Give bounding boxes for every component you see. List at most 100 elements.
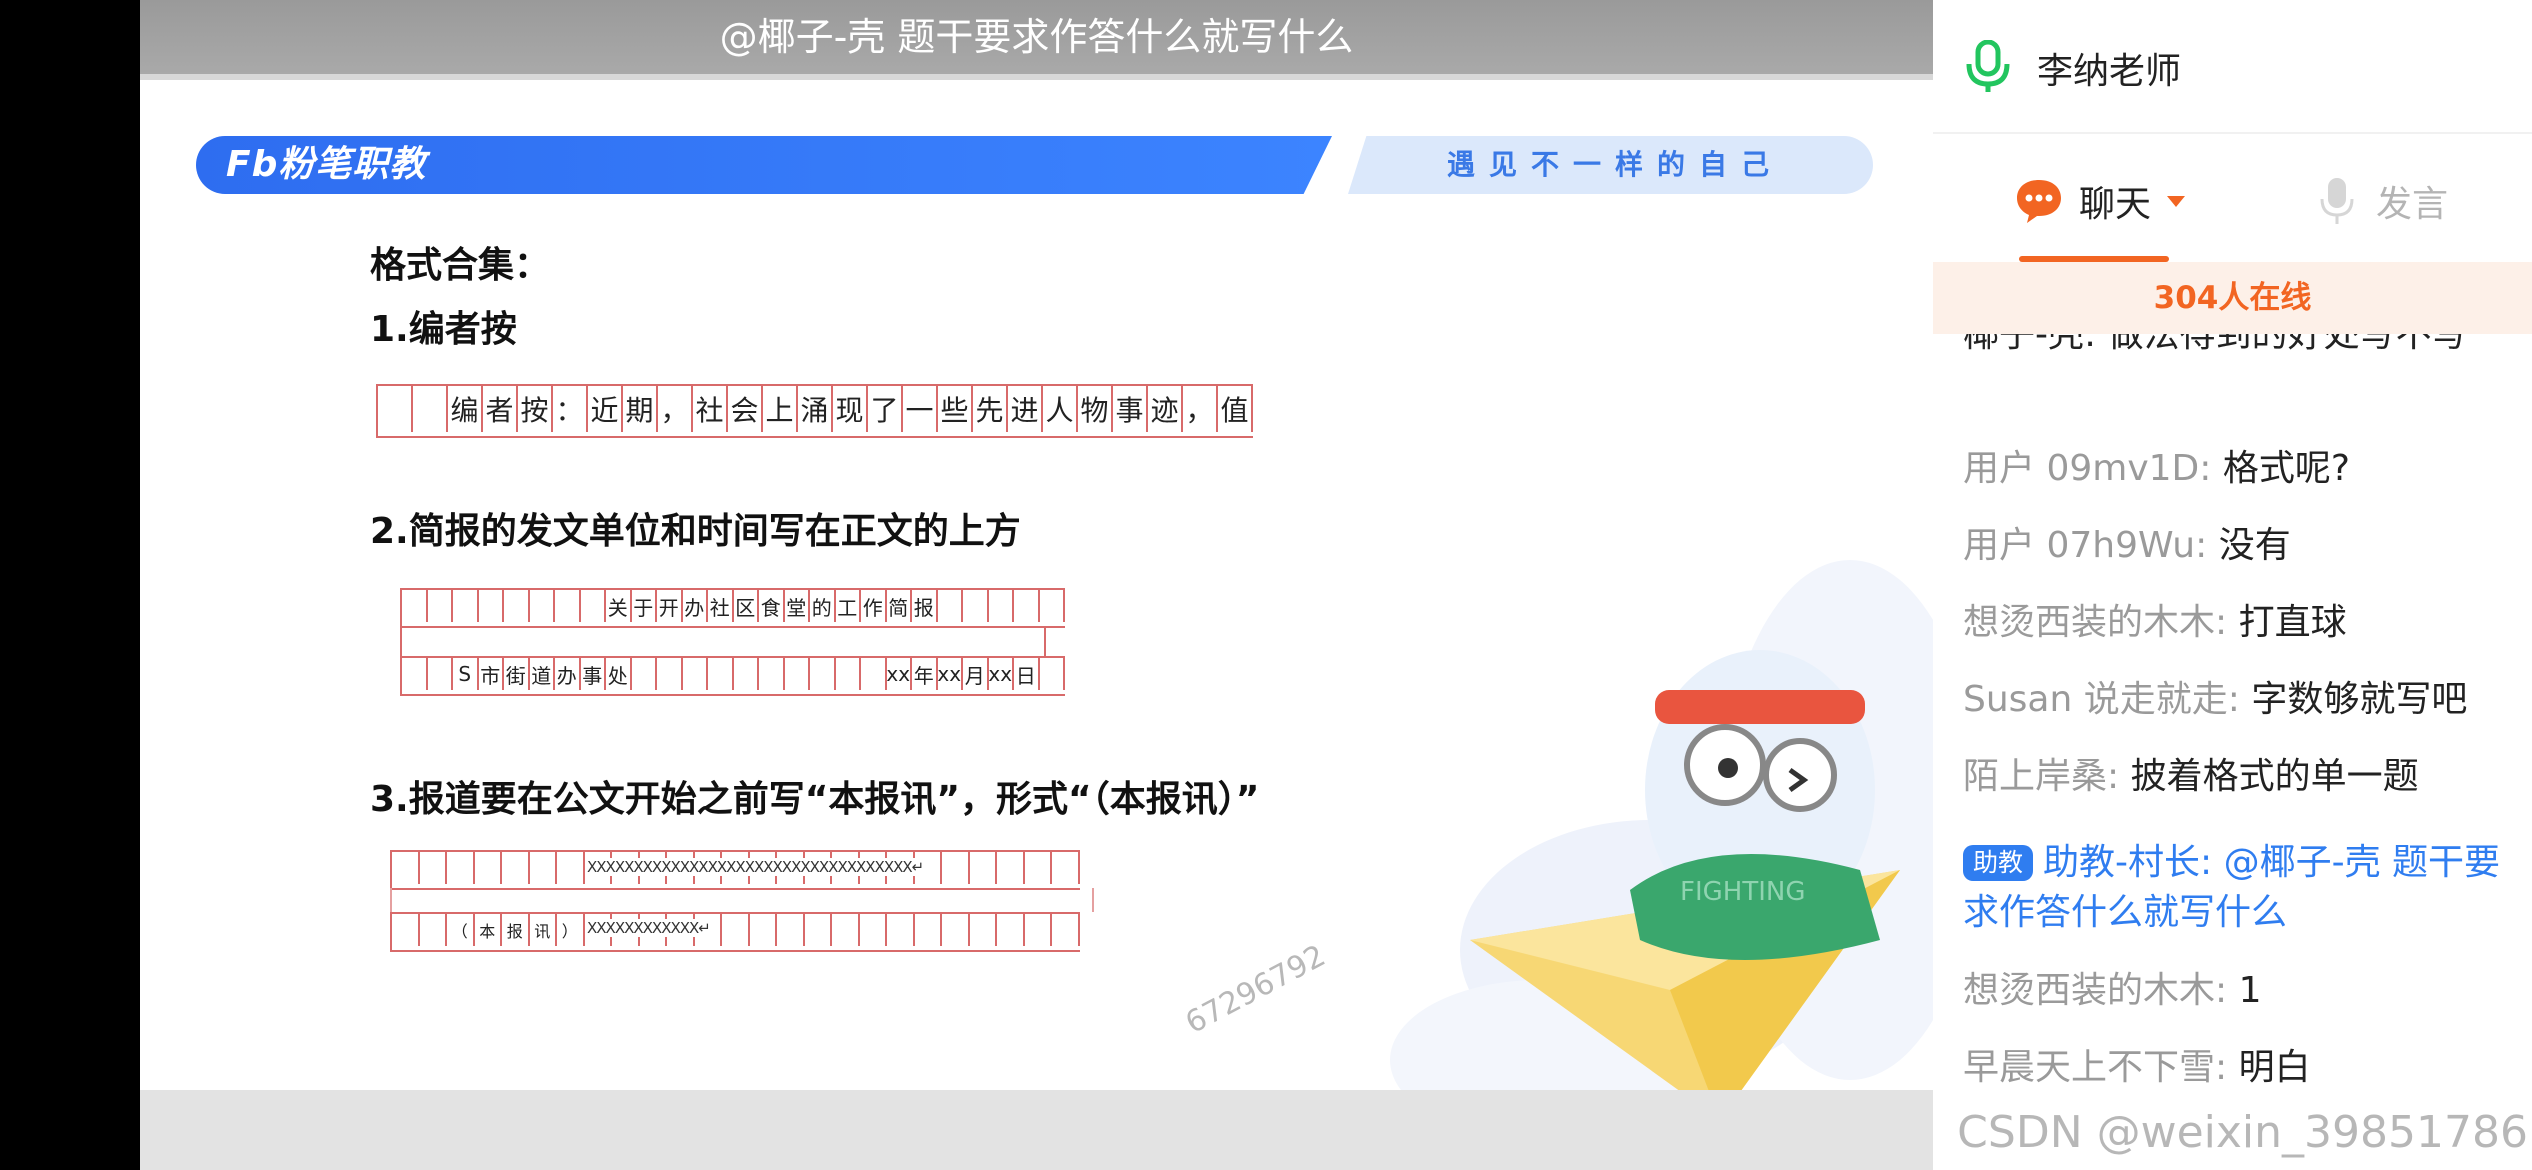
grid-spacer [390, 888, 1094, 912]
grid-cell [997, 914, 1025, 946]
grid-cell [1025, 852, 1052, 884]
tab-chat-label: 聊天 [2079, 184, 2152, 225]
grid-cell: ） [557, 914, 585, 946]
grid-cell [413, 386, 448, 432]
grid-cell: 事 [581, 658, 606, 690]
chat-message: 想烫西装的木木: 1 [1963, 966, 2511, 1016]
grid-cell [420, 852, 447, 884]
microphone-icon[interactable] [1965, 40, 2011, 94]
grid-cell: 值 [1218, 386, 1253, 432]
watermark-number: 67296792 [1180, 938, 1332, 1041]
grid-cell [805, 914, 832, 946]
sender-name: 用户 09mv1D: [1963, 448, 2212, 489]
grid-cell: 区 [734, 590, 759, 622]
grid-cell [683, 658, 708, 690]
panel-tabs: 聊天 发言 [1933, 134, 2532, 262]
grid-cell: 人 [1043, 386, 1078, 432]
grid-cell [860, 914, 887, 946]
grid-cell [479, 590, 504, 622]
grid-cell [504, 590, 530, 622]
grid-cell: 报 [502, 914, 530, 946]
grid-cell [428, 590, 453, 622]
grid-cell: 社 [693, 386, 728, 432]
grid-cell: 开 [657, 590, 683, 622]
grid-cell [734, 658, 759, 690]
grid-cell [555, 590, 581, 622]
writing-grid-briefing-title: 关于开办社区食堂的工作简报 [400, 588, 1065, 628]
grid-cell [502, 852, 530, 884]
grid-cell [989, 590, 1014, 622]
grid-cell [836, 658, 861, 690]
report-fill-text-2: XXXXXXXXXXXX↵ [587, 919, 711, 937]
grid-cell [420, 914, 447, 946]
grid-cell: 迹 [1148, 386, 1183, 432]
grid-cell [632, 658, 657, 690]
brand-logo: Fb粉笔职教 [226, 144, 427, 185]
grid-cell [378, 386, 413, 432]
writing-grid-report-row2: （本报讯） [390, 912, 1080, 952]
tab-speak[interactable]: 发言 [2320, 174, 2448, 228]
message-text: 披着格式的单一题 [2130, 756, 2419, 797]
grid-cell [1040, 590, 1065, 622]
grid-cell: 物 [1078, 386, 1113, 432]
sender-name: Susan 说走就走: [1963, 679, 2240, 720]
grid-cell [970, 914, 997, 946]
grid-cell: 办 [683, 590, 708, 622]
message-text: 椰子-壳: 做法得到的好处写不写 [1963, 334, 2468, 355]
grid-cell: 本 [475, 914, 502, 946]
app-screen: @椰子-壳 题干要求作答什么就写什么 Fb粉笔职教 遇见不一样的自己 格式合集：… [0, 0, 2532, 1170]
announcement-banner: @椰子-壳 题干要求作答什么就写什么 [140, 0, 1933, 80]
slide-area: @椰子-壳 题干要求作答什么就写什么 Fb粉笔职教 遇见不一样的自己 格式合集：… [140, 0, 1933, 1170]
grid-cell [963, 590, 989, 622]
grid-cell: 先 [973, 386, 1008, 432]
tab-chat[interactable]: 聊天 [2015, 174, 2186, 228]
grid-cell: 按 [518, 386, 553, 432]
chat-message: 想烫西装的木木: 打直球 [1963, 598, 2511, 648]
grid-cell [392, 914, 420, 946]
grid-cell [938, 590, 963, 622]
grid-cell: 简 [887, 590, 912, 622]
chat-message: Susan 说走就走: 字数够就写吧 [1963, 675, 2511, 725]
chat-message: 用户 09mv1D: 格式呢? [1963, 444, 2511, 494]
chevron-down-icon[interactable] [2167, 195, 2186, 207]
grid-cell: 些 [938, 386, 973, 432]
grid-cell [392, 852, 420, 884]
grid-cell: 讯 [530, 914, 557, 946]
message-text: 1 [2238, 970, 2262, 1011]
grid-cell: 期 [623, 386, 658, 432]
grid-cell [1052, 914, 1080, 946]
grid-spacer [400, 626, 1046, 656]
grid-cell: 进 [1008, 386, 1043, 432]
chat-messages[interactable]: 椰子-壳: 做法得到的好处写不写 用户 09mv1D: 格式呢? 用户 07h9… [1933, 334, 2532, 1170]
grid-cell: ： [553, 386, 588, 432]
grid-cell [915, 914, 942, 946]
grid-cell [402, 658, 428, 690]
grid-cell [942, 914, 970, 946]
grid-cell [530, 590, 555, 622]
grid-cell: 一 [903, 386, 938, 432]
grid-cell: 了 [868, 386, 903, 432]
grid-cell [475, 852, 502, 884]
grid-cell [428, 658, 453, 690]
grid-cell [832, 914, 860, 946]
grid-cell [777, 914, 805, 946]
grid-cell: 上 [763, 386, 798, 432]
csdn-watermark: CSDN @weixin_39851786 [1957, 1107, 2528, 1158]
grid-cell: 市 [479, 658, 504, 690]
grid-cell [887, 914, 915, 946]
tab-speak-label: 发言 [2376, 184, 2449, 225]
grid-cell [1014, 590, 1040, 622]
brand-slogan: 遇见不一样的自己 [1446, 148, 1783, 181]
grid-cell [557, 852, 585, 884]
slide-title: 格式合集： [370, 245, 551, 286]
grid-cell: xx [938, 658, 963, 690]
chat-bubble-icon [2017, 180, 2061, 223]
chat-message: 陌上岸桑: 披着格式的单一题 [1963, 752, 2511, 802]
grid-cell [581, 590, 606, 622]
sender-name: 早晨天上不下雪: [1963, 1047, 2228, 1088]
message-text: 明白 [2238, 1047, 2311, 1088]
grid-cell [997, 852, 1025, 884]
message-text: 字数够就写吧 [2251, 679, 2468, 720]
grid-cell: 办 [555, 658, 581, 690]
grid-cell: xxxx [887, 658, 912, 690]
